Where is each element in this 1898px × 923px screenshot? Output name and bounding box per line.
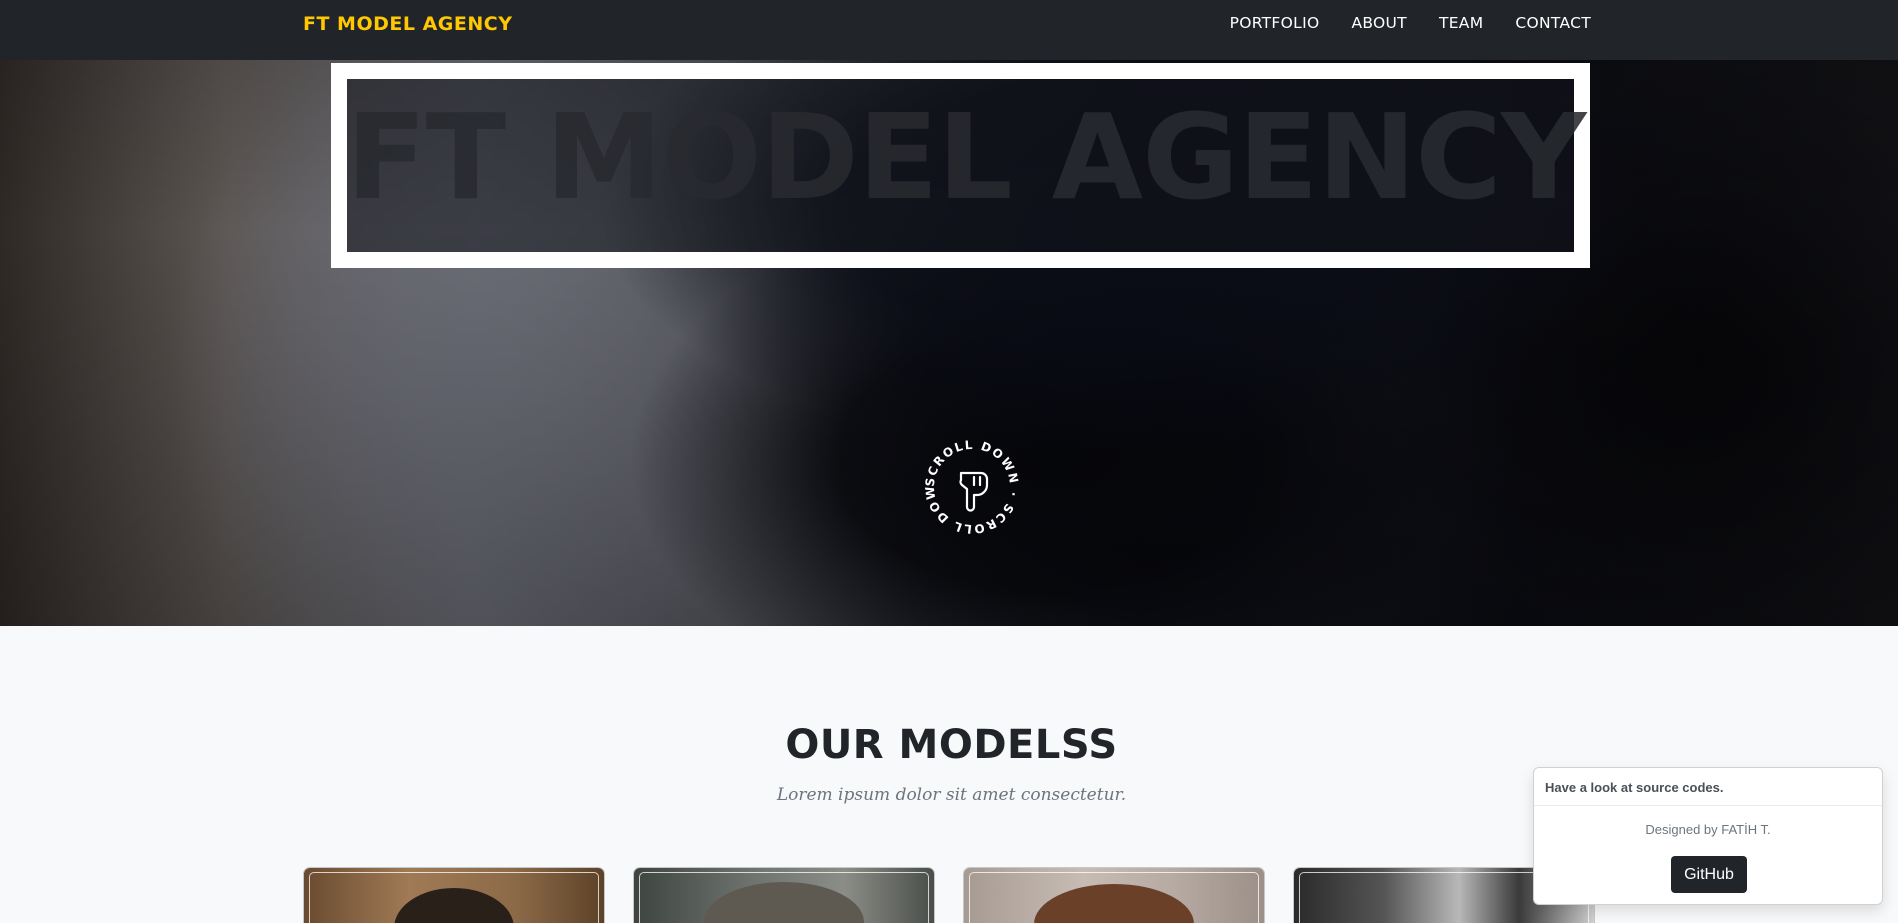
scroll-down-badge: SCROLL DOWN · SCROLL DOWN · — [914, 424, 1021, 536]
source-code-toast: Have a look at source codes. Designed by… — [1533, 767, 1883, 905]
section-heading: OUR MODELSS — [785, 722, 1118, 768]
toast-header: Have a look at source codes. — [1534, 768, 1882, 806]
navbar: FT MODEL AGENCY PORTFOLIO ABOUT TEAM CON… — [0, 0, 1898, 60]
hero-title: FT MODEL AGENCY — [346, 88, 1586, 226]
hero-section: FT MODEL AGENCY SCROLL DOWN · SCROLL DOW… — [0, 60, 1898, 626]
brand-logo-link[interactable]: FT MODEL AGENCY — [303, 13, 512, 35]
scroll-down-button[interactable]: SCROLL DOWN · SCROLL DOWN · — [914, 424, 1024, 539]
toast-body-text: Designed by FATİH T. — [1645, 822, 1771, 837]
nav-links: PORTFOLIO ABOUT TEAM CONTACT — [1230, 14, 1591, 32]
model-card-frame — [309, 872, 599, 923]
model-card-frame — [969, 872, 1259, 923]
model-card-3[interactable] — [964, 868, 1264, 923]
github-button[interactable]: GitHub — [1671, 856, 1747, 893]
nav-link-about[interactable]: ABOUT — [1351, 14, 1406, 32]
model-card-1[interactable] — [304, 868, 604, 923]
nav-link-contact[interactable]: CONTACT — [1515, 14, 1591, 32]
model-card-2[interactable] — [634, 868, 934, 923]
model-card-frame — [639, 872, 929, 923]
nav-link-portfolio[interactable]: PORTFOLIO — [1230, 14, 1320, 32]
pointing-down-hand-icon — [959, 471, 989, 512]
nav-link-team[interactable]: TEAM — [1439, 14, 1483, 32]
scroll-down-ring-text: SCROLL DOWN · SCROLL DOWN · — [920, 435, 1021, 536]
hero-title-frame: FT MODEL AGENCY — [331, 63, 1590, 268]
